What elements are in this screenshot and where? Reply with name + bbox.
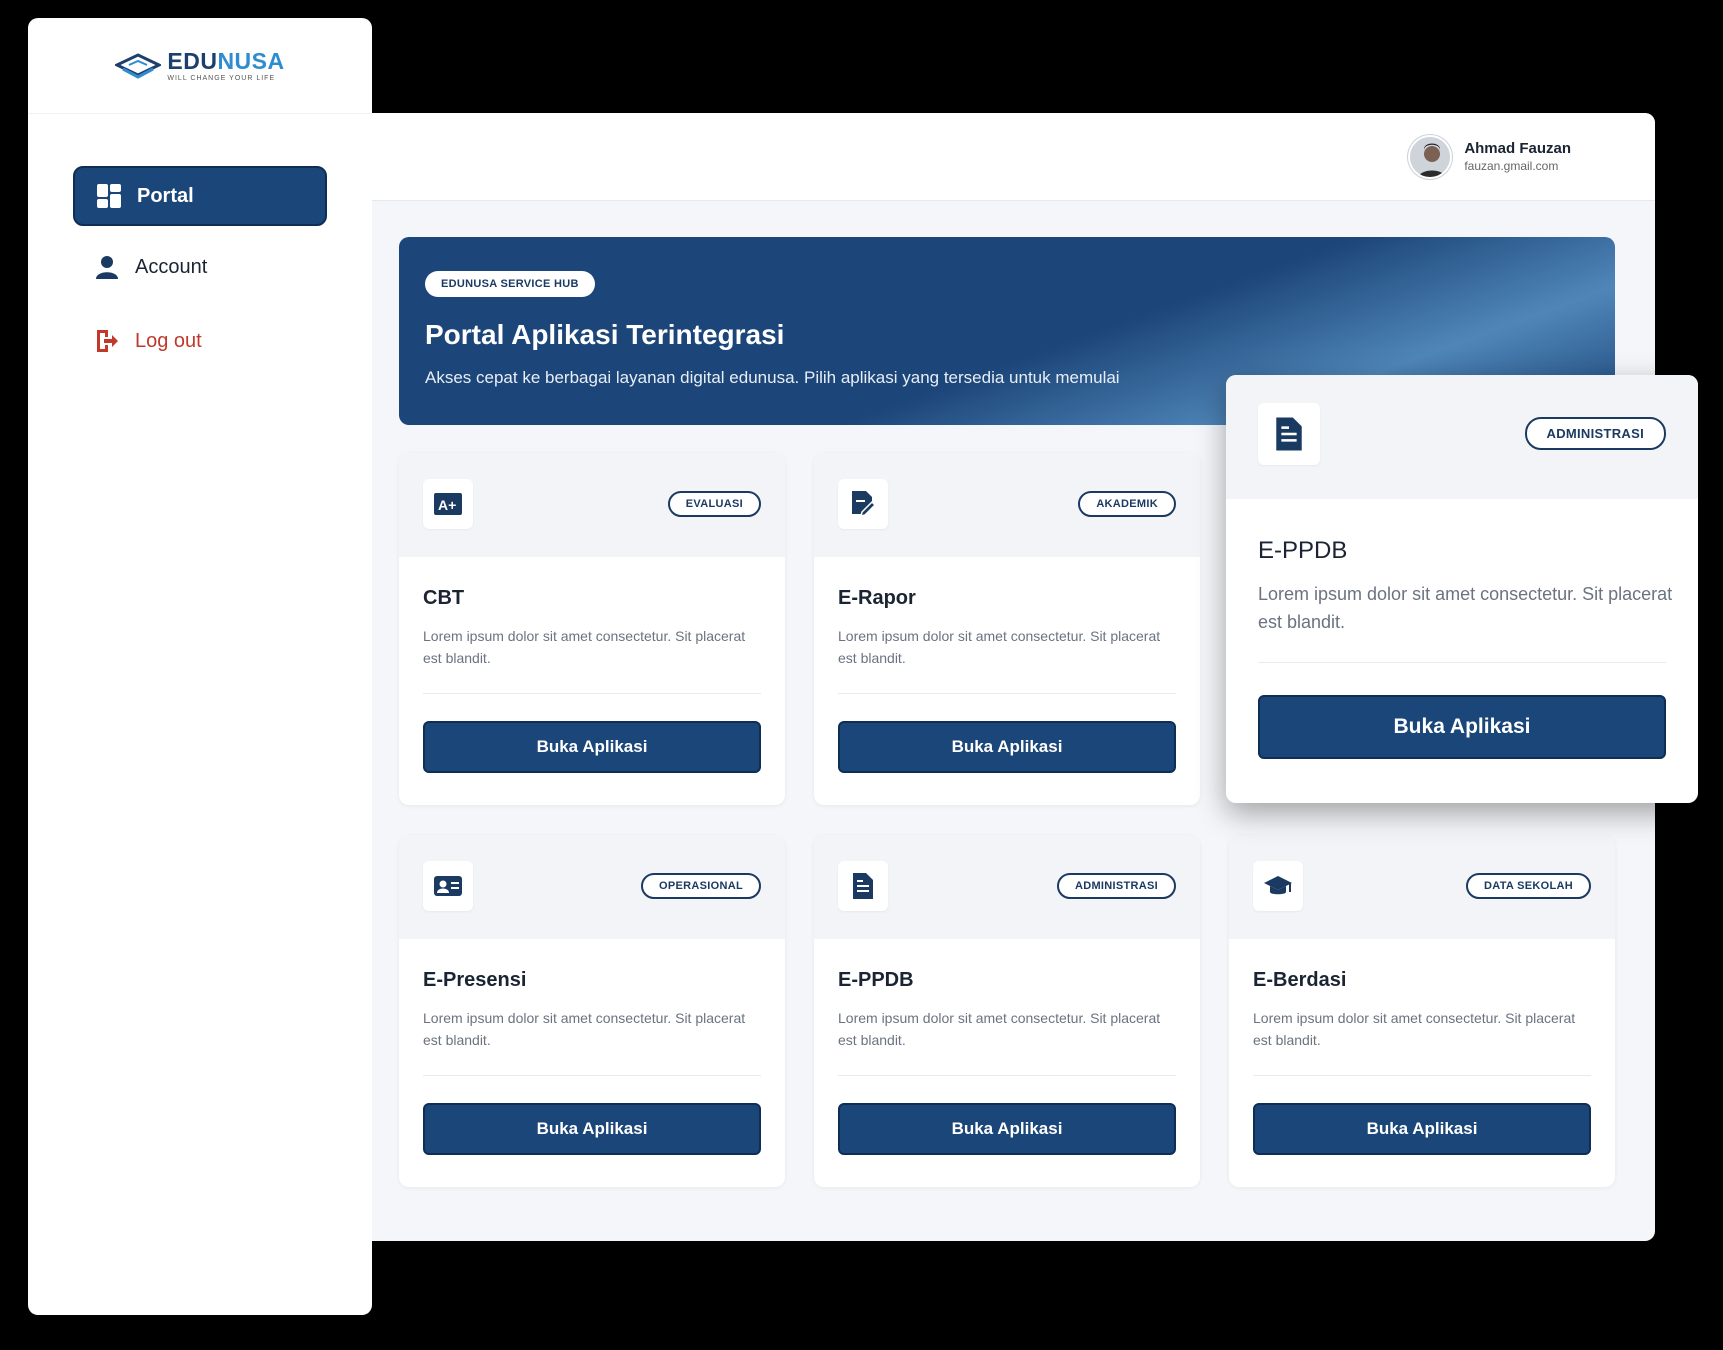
card-description: Lorem ipsum dolor sit amet consectetur. … bbox=[1258, 584, 1673, 632]
card-description: Lorem ipsum dolor sit amet consectetur. … bbox=[1253, 1010, 1576, 1049]
sidebar-item-portal[interactable]: Portal bbox=[73, 166, 327, 226]
card-description: Lorem ipsum dolor sit amet consectetur. … bbox=[838, 628, 1161, 667]
card-description: Lorem ipsum dolor sit amet consectetur. … bbox=[423, 628, 746, 667]
brand-name-part1: EDU bbox=[167, 47, 218, 74]
divider bbox=[1253, 1075, 1591, 1076]
sidebar-item-label: Account bbox=[135, 255, 208, 278]
open-app-button[interactable]: Buka Aplikasi bbox=[1258, 695, 1666, 759]
card-description: Lorem ipsum dolor sit amet consectetur. … bbox=[423, 1010, 746, 1049]
category-badge: OPERASIONAL bbox=[641, 873, 761, 899]
sidebar-item-label: Log out bbox=[135, 329, 202, 352]
avatar[interactable] bbox=[1408, 135, 1453, 179]
banner-badge: EDUNUSA SERVICE HUB bbox=[425, 271, 595, 297]
topbar: Ahmad Fauzan fauzan.gmail.com bbox=[372, 113, 1655, 201]
app-card-e-ppdb: ADMINISTRASI E-PPDB Lorem ipsum dolor si… bbox=[814, 835, 1200, 1187]
sidebar-nav: Portal Account Log out bbox=[28, 114, 372, 370]
user-name: Ahmad Fauzan bbox=[1464, 140, 1571, 158]
document-icon bbox=[1258, 403, 1320, 465]
featured-app-card-e-ppdb: ADMINISTRASI E-PPDB Lorem ipsum dolor si… bbox=[1226, 375, 1698, 803]
id-card-icon bbox=[423, 861, 473, 911]
open-app-button[interactable]: Buka Aplikasi bbox=[423, 721, 761, 773]
sidebar-item-account[interactable]: Account bbox=[73, 238, 327, 296]
sidebar-item-label: Portal bbox=[137, 184, 194, 207]
card-title: CBT bbox=[423, 587, 465, 609]
divider bbox=[423, 693, 761, 694]
card-title: E-Presensi bbox=[423, 969, 527, 991]
card-title: E-PPDB bbox=[1258, 537, 1348, 564]
category-badge: AKADEMIK bbox=[1078, 491, 1176, 517]
app-card-cbt: A+ EVALUASI CBT Lorem ipsum dolor sit am… bbox=[399, 453, 785, 805]
card-description: Lorem ipsum dolor sit amet consectetur. … bbox=[838, 1010, 1161, 1049]
graduation-cap-icon bbox=[1253, 861, 1303, 911]
logout-icon bbox=[93, 327, 121, 355]
open-app-button[interactable]: Buka Aplikasi bbox=[1253, 1103, 1591, 1155]
divider bbox=[838, 1075, 1176, 1076]
open-app-button[interactable]: Buka Aplikasi bbox=[423, 1103, 761, 1155]
brand-tagline: WILL CHANGE YOUR LIFE bbox=[167, 74, 276, 82]
brand-name-part2: NUSA bbox=[217, 47, 285, 74]
book-logo-icon bbox=[115, 52, 162, 79]
category-badge: ADMINISTRASI bbox=[1056, 873, 1176, 899]
category-badge: EVALUASI bbox=[667, 491, 761, 517]
category-badge: DATA SEKOLAH bbox=[1466, 873, 1591, 899]
card-title: E-Berdasi bbox=[1253, 969, 1347, 991]
user-email: fauzan.gmail.com bbox=[1464, 158, 1559, 173]
edunusa-logo[interactable]: EDUNUSA WILL CHANGE YOUR LIFE bbox=[115, 47, 285, 82]
grid-icon bbox=[95, 182, 123, 210]
card-title: E-PPDB bbox=[838, 969, 914, 991]
app-card-e-berdasi: DATA SEKOLAH E-Berdasi Lorem ipsum dolor… bbox=[1229, 835, 1615, 1187]
divider bbox=[1258, 662, 1666, 663]
logo-area: EDUNUSA WILL CHANGE YOUR LIFE bbox=[28, 18, 372, 114]
open-app-button[interactable]: Buka Aplikasi bbox=[838, 1103, 1176, 1155]
card-title: E-Rapor bbox=[838, 587, 916, 609]
category-badge: ADMINISTRASI bbox=[1524, 417, 1666, 450]
user-icon bbox=[93, 253, 121, 281]
divider bbox=[423, 1075, 761, 1076]
user-profile[interactable]: Ahmad Fauzan fauzan.gmail.com bbox=[1408, 135, 1571, 179]
svg-text:A+: A+ bbox=[438, 497, 456, 513]
banner-title: Portal Aplikasi Terintegrasi bbox=[425, 319, 785, 350]
open-app-button[interactable]: Buka Aplikasi bbox=[838, 721, 1176, 773]
app-card-e-presensi: OPERASIONAL E-Presensi Lorem ipsum dolor… bbox=[399, 835, 785, 1187]
grade-icon: A+ bbox=[423, 479, 473, 529]
document-icon bbox=[838, 861, 888, 911]
edit-document-icon bbox=[838, 479, 888, 529]
banner-subtitle: Akses cepat ke berbagai layanan digital … bbox=[425, 368, 1120, 387]
sidebar-item-logout[interactable]: Log out bbox=[73, 312, 327, 370]
sidebar: EDUNUSA WILL CHANGE YOUR LIFE Portal Acc… bbox=[28, 18, 372, 1315]
app-card-e-rapor: AKADEMIK E-Rapor Lorem ipsum dolor sit a… bbox=[814, 453, 1200, 805]
divider bbox=[838, 693, 1176, 694]
